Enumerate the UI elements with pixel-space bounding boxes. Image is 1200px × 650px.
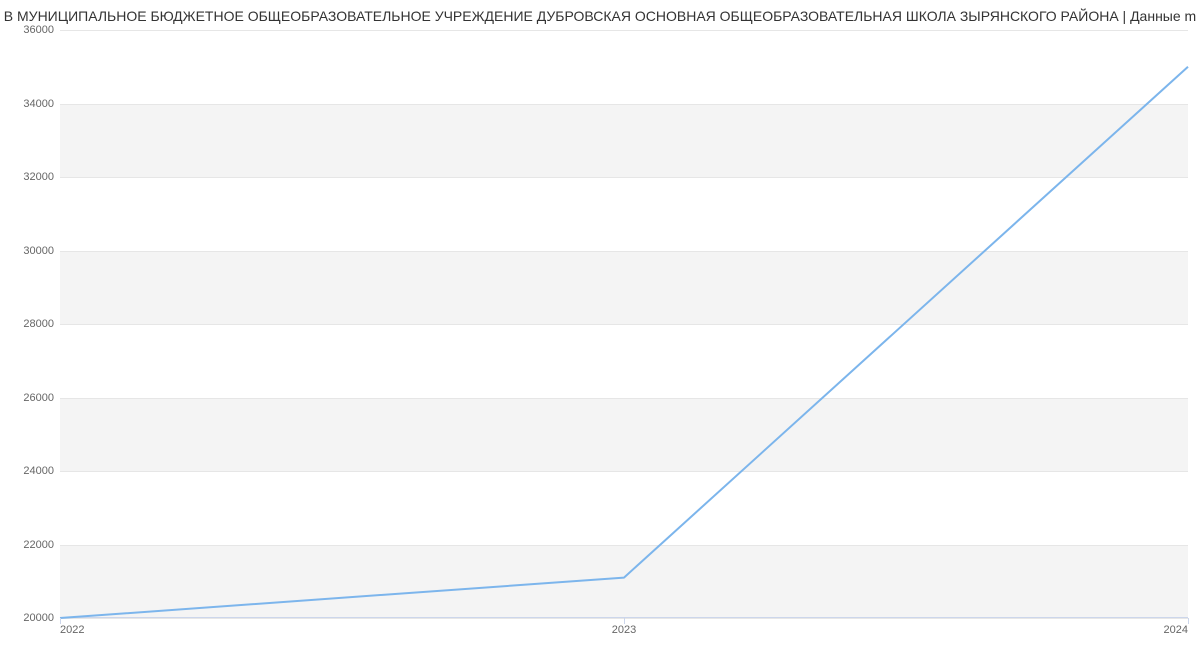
plot-area: [60, 30, 1188, 618]
x-tick-label: 2024: [1164, 624, 1188, 636]
x-tick-label: 2022: [60, 624, 84, 636]
y-tick-label: 24000: [6, 465, 54, 477]
y-tick-label: 20000: [6, 612, 54, 624]
y-tick-label: 26000: [6, 392, 54, 404]
x-tick-mark: [1188, 618, 1189, 624]
line-series: [60, 30, 1188, 618]
y-tick-label: 32000: [6, 171, 54, 183]
y-tick-label: 28000: [6, 318, 54, 330]
y-tick-label: 30000: [6, 245, 54, 257]
x-tick-label: 2023: [612, 624, 636, 636]
chart-title: В МУНИЦИПАЛЬНОЕ БЮДЖЕТНОЕ ОБЩЕОБРАЗОВАТЕ…: [0, 8, 1200, 24]
y-tick-label: 36000: [6, 24, 54, 36]
y-tick-label: 34000: [6, 98, 54, 110]
y-tick-label: 22000: [6, 539, 54, 551]
